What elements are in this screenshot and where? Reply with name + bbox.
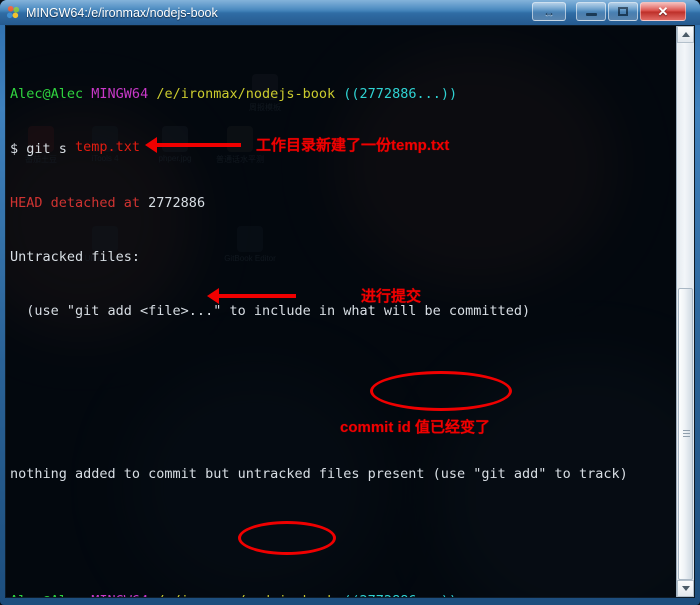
scroll-down-icon: [681, 586, 690, 591]
resize-button[interactable]: ↔: [532, 2, 566, 21]
minimize-button[interactable]: [576, 2, 606, 21]
head-detached-label: HEAD detached at: [10, 194, 149, 211]
resize-icon: ↔: [543, 4, 555, 19]
terminal-window: MINGW64:/e/ironmax/nodejs-book ↔ ✕ 番茄土豆 …: [0, 0, 700, 605]
annotation-arrow-new-file: [145, 137, 241, 153]
annotation-new-file: 工作目录新建了一份temp.txt: [256, 137, 450, 154]
window-title: MINGW64:/e/ironmax/nodejs-book: [26, 6, 218, 20]
untracked-file-name: temp.txt: [10, 139, 141, 155]
scrollbar-track[interactable]: [678, 44, 693, 288]
prompt-host: MINGW64: [91, 86, 149, 103]
close-button[interactable]: ✕: [640, 2, 686, 21]
prompt-line: Alec@Alec MINGW64 /e/ironmax/nodejs-book…: [10, 592, 694, 597]
prompt-user: Alec@Alec: [10, 86, 84, 103]
output-line-head-detached: HEAD detached at 2772886: [10, 194, 694, 212]
minimize-icon: [577, 3, 605, 20]
scrollbar-thumb[interactable]: [678, 288, 693, 580]
prompt-branch: ((2772886...)): [343, 593, 457, 597]
vertical-scrollbar[interactable]: [676, 26, 694, 597]
prompt-line: Alec@Alec MINGW64 /e/ironmax/nodejs-book…: [10, 85, 694, 103]
output-line: nothing added to commit but untracked fi…: [10, 466, 628, 483]
head-detached-sha: 2772886: [148, 194, 206, 211]
scroll-down-button[interactable]: [677, 580, 694, 597]
scroll-up-button[interactable]: [677, 26, 694, 43]
git-bash-icon: [6, 5, 20, 19]
maximize-button[interactable]: [608, 2, 638, 21]
close-icon: ✕: [657, 3, 669, 19]
prompt-path: /e/ironmax/nodejs-book: [156, 593, 335, 597]
annotation-ellipse-branch-id: [370, 371, 512, 411]
title-bar[interactable]: MINGW64:/e/ironmax/nodejs-book ↔ ✕: [0, 0, 700, 25]
maximize-icon: [609, 3, 637, 20]
scroll-up-icon: [681, 32, 690, 37]
annotation-arrow-commit: [207, 288, 296, 304]
prompt-branch: ((2772886...)): [343, 86, 458, 103]
scrollbar-grip-icon: [683, 430, 690, 438]
output-line: Untracked files:: [10, 249, 141, 266]
terminal-output[interactable]: Alec@Alec MINGW64 /e/ironmax/nodejs-book…: [6, 26, 694, 597]
prompt-user: Alec@Alec: [10, 593, 83, 597]
annotation-ellipse-commit-sha: [238, 521, 336, 555]
annotation-commit: 进行提交: [361, 288, 422, 305]
terminal-client-area[interactable]: 番茄土豆 iTools 4 phper.jpg 普通话水平测 UltraCom.…: [5, 25, 695, 598]
prompt-host: MINGW64: [91, 593, 148, 597]
prompt-path: /e/ironmax/nodejs-book: [156, 86, 336, 103]
output-line: (use "git add <file>..." to include in w…: [10, 303, 531, 320]
annotation-commit-id: commit id 值已经变了: [340, 419, 491, 436]
